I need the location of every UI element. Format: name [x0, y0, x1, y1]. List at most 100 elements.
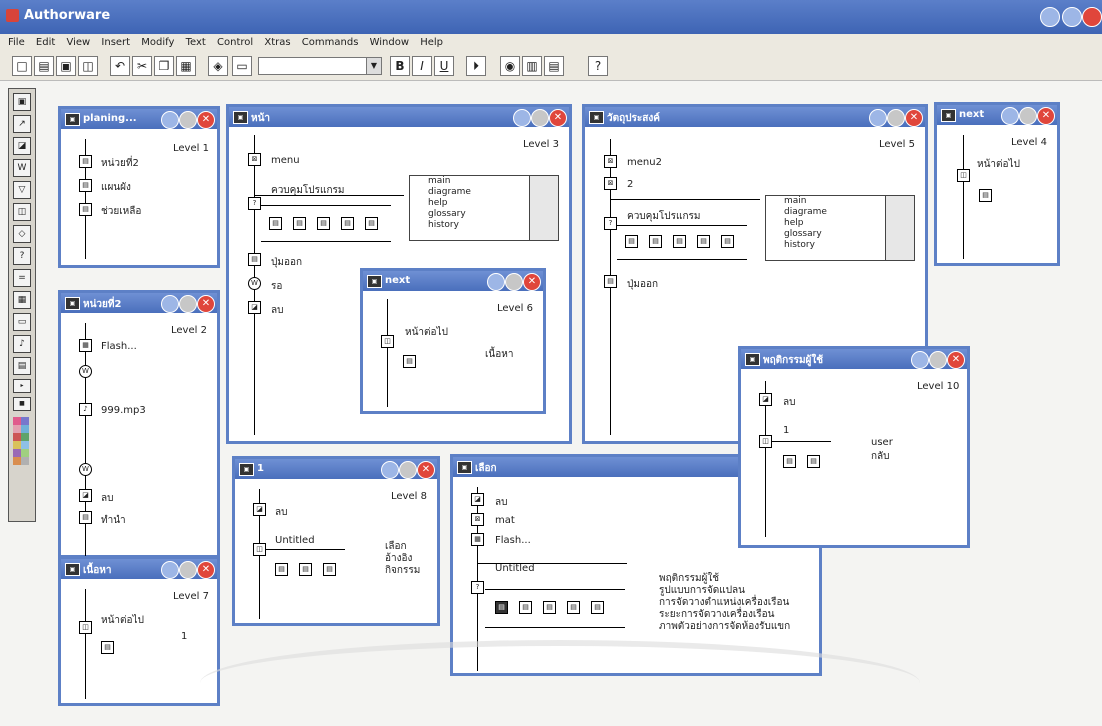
italic-icon[interactable]: I: [412, 56, 432, 76]
menu-modify[interactable]: Modify: [141, 34, 174, 52]
minimize-icon[interactable]: [487, 273, 505, 291]
underline-icon[interactable]: U: [434, 56, 454, 76]
button-response-icon[interactable]: ▤: [567, 601, 580, 614]
import-icon[interactable]: ◫: [78, 56, 98, 76]
sound-icon[interactable]: ♪: [13, 335, 31, 353]
button-response-icon[interactable]: ▤: [625, 235, 638, 248]
style-combo[interactable]: ▼: [258, 57, 382, 75]
find-icon[interactable]: ◈: [208, 56, 228, 76]
erase-icon[interactable]: ◪: [79, 489, 92, 502]
stop-flag-icon[interactable]: ■: [13, 397, 31, 411]
text-style-icon[interactable]: ▭: [232, 56, 252, 76]
framework-icon[interactable]: ◫: [957, 169, 970, 182]
map-icon[interactable]: ▤: [979, 189, 992, 202]
minimize-icon[interactable]: [161, 561, 179, 579]
variables-icon[interactable]: ▤: [544, 56, 564, 76]
menu-xtras[interactable]: Xtras: [264, 34, 290, 52]
maximize-icon[interactable]: [929, 351, 947, 369]
movie-icon[interactable]: ▭: [13, 313, 31, 331]
button-response-icon[interactable]: ▤: [543, 601, 556, 614]
map-icon[interactable]: ▤: [275, 563, 288, 576]
maximize-icon[interactable]: [179, 561, 197, 579]
erase-icon[interactable]: ◪: [471, 493, 484, 506]
bold-icon[interactable]: B: [390, 56, 410, 76]
close-icon[interactable]: ✕: [947, 351, 965, 369]
map-icon[interactable]: ▤: [604, 275, 617, 288]
button-response-icon[interactable]: ▤: [591, 601, 604, 614]
button-response-icon[interactable]: ▤: [495, 601, 508, 614]
minimize-icon[interactable]: [1001, 107, 1019, 125]
maximize-icon[interactable]: [179, 295, 197, 313]
chevron-down-icon[interactable]: ▼: [366, 58, 381, 74]
maximize-icon[interactable]: [399, 461, 417, 479]
navigate-icon[interactable]: ▽: [13, 181, 31, 199]
run-icon[interactable]: ◉: [500, 56, 520, 76]
button-response-icon[interactable]: ▤: [269, 217, 282, 230]
maximize-icon[interactable]: [1019, 107, 1037, 125]
close-icon[interactable]: ✕: [549, 109, 567, 127]
erase-icon[interactable]: ◪: [253, 503, 266, 516]
new-icon[interactable]: □: [12, 56, 32, 76]
menu-help[interactable]: Help: [420, 34, 443, 52]
calculation-icon[interactable]: =: [13, 269, 31, 287]
button-response-icon[interactable]: ▤: [519, 601, 532, 614]
button-response-icon[interactable]: ▤: [649, 235, 662, 248]
framework-icon[interactable]: ◫: [381, 335, 394, 348]
minimize-icon[interactable]: [161, 111, 179, 129]
display-icon[interactable]: ⊠: [604, 155, 617, 168]
color-swatches[interactable]: [13, 417, 31, 465]
display-icon[interactable]: ⊠: [604, 177, 617, 190]
menu-file[interactable]: File: [8, 34, 25, 52]
framework-icon[interactable]: ◫: [13, 203, 31, 221]
button-response-icon[interactable]: ▤: [317, 217, 330, 230]
map-icon[interactable]: ▤: [101, 641, 114, 654]
erase-icon[interactable]: ◪: [759, 393, 772, 406]
functions-icon[interactable]: ▥: [522, 56, 542, 76]
button-response-icon[interactable]: ▤: [697, 235, 710, 248]
wait-icon[interactable]: W: [248, 277, 261, 290]
erase-icon[interactable]: ◪: [13, 137, 31, 155]
copy-icon[interactable]: ❐: [154, 56, 174, 76]
maximize-icon[interactable]: [179, 111, 197, 129]
map-icon[interactable]: ▤: [79, 511, 92, 524]
menu-control[interactable]: Control: [217, 34, 253, 52]
map-icon[interactable]: ▤: [323, 563, 336, 576]
display-icon[interactable]: ▣: [13, 93, 31, 111]
help-icon[interactable]: ?: [588, 56, 608, 76]
maximize-icon[interactable]: [505, 273, 523, 291]
close-icon[interactable]: ✕: [197, 295, 215, 313]
map-icon[interactable]: ▦: [13, 291, 31, 309]
menu-window[interactable]: Window: [370, 34, 409, 52]
close-icon[interactable]: ✕: [197, 111, 215, 129]
movie-icon[interactable]: ▦: [471, 533, 484, 546]
menu-edit[interactable]: Edit: [36, 34, 55, 52]
button-response-icon[interactable]: ▤: [365, 217, 378, 230]
display-icon[interactable]: ⊠: [471, 513, 484, 526]
map-icon[interactable]: ▤: [807, 455, 820, 468]
minimize-icon[interactable]: [1040, 7, 1060, 27]
open-icon[interactable]: ▤: [34, 56, 54, 76]
motion-icon[interactable]: ↗: [13, 115, 31, 133]
scrollbar[interactable]: [529, 176, 558, 240]
close-icon[interactable]: ✕: [905, 109, 923, 127]
minimize-icon[interactable]: [869, 109, 887, 127]
minimize-icon[interactable]: [161, 295, 179, 313]
close-icon[interactable]: ✕: [197, 561, 215, 579]
map-icon[interactable]: ▤: [79, 203, 92, 216]
interaction-icon[interactable]: ?: [604, 217, 617, 230]
button-response-icon[interactable]: ▤: [341, 217, 354, 230]
minimize-icon[interactable]: [513, 109, 531, 127]
maximize-icon[interactable]: [531, 109, 549, 127]
interaction-icon[interactable]: ?: [248, 197, 261, 210]
undo-icon[interactable]: ↶: [110, 56, 130, 76]
map-icon[interactable]: ▤: [299, 563, 312, 576]
video-icon[interactable]: ▤: [13, 357, 31, 375]
wait-icon[interactable]: W: [79, 463, 92, 476]
button-response-icon[interactable]: ▤: [293, 217, 306, 230]
button-response-icon[interactable]: ▤: [673, 235, 686, 248]
decision-icon[interactable]: ◇: [13, 225, 31, 243]
close-icon[interactable]: ✕: [523, 273, 541, 291]
restart-icon[interactable]: ⏵: [466, 56, 486, 76]
map-icon[interactable]: ▤: [248, 253, 261, 266]
close-icon[interactable]: ✕: [417, 461, 435, 479]
